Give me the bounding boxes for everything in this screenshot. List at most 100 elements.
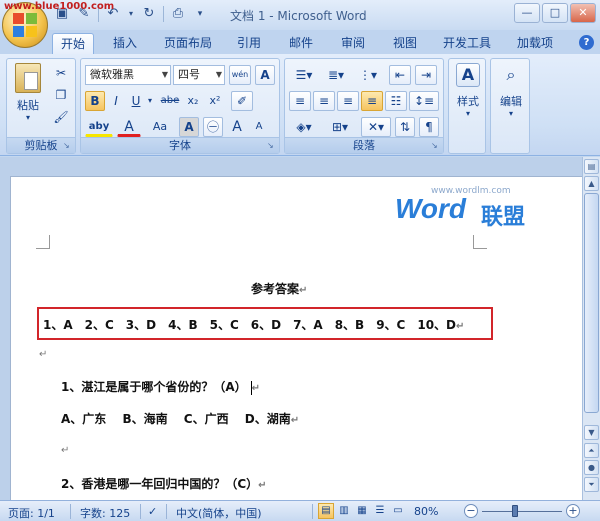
subscript-button[interactable]: x₂ xyxy=(183,91,203,111)
outline-view-icon[interactable]: ☰ xyxy=(372,503,388,519)
font-name-combo[interactable]: 微软雅黑 ▼ xyxy=(85,65,171,85)
zoom-slider-thumb[interactable] xyxy=(512,505,518,517)
phonetic-guide-icon[interactable]: wén xyxy=(229,65,251,85)
question-1-options[interactable]: A、广东 B、海南 C、广西 D、湖南↵ xyxy=(61,410,299,427)
decrease-indent-icon[interactable]: ⇤ xyxy=(389,65,411,85)
answer-key-line[interactable]: 1、A 2、C 3、D 4、B 5、C 6、D 7、A 8、B 9、C 10、D… xyxy=(43,316,464,333)
bold-button[interactable]: B xyxy=(85,91,105,111)
watermark-text: www.blue1000.com xyxy=(4,1,115,12)
increase-indent-icon[interactable]: ⇥ xyxy=(415,65,437,85)
align-left-icon[interactable]: ≡ xyxy=(289,91,311,111)
multilevel-list-icon[interactable]: ⋮▾ xyxy=(353,65,383,85)
page-indicator[interactable]: 页面: 1/1 xyxy=(8,505,55,521)
editing-button[interactable]: ⌕ 编辑 ▾ xyxy=(494,63,528,118)
web-layout-icon[interactable]: ▦ xyxy=(354,503,370,519)
chevron-down-icon: ▼ xyxy=(215,70,222,79)
cut-icon[interactable]: ✂ xyxy=(51,63,71,83)
zoom-level[interactable]: 80% xyxy=(414,505,438,518)
help-icon[interactable]: ? xyxy=(579,35,594,50)
italic-button[interactable]: I xyxy=(107,91,125,111)
font-color-button[interactable]: A xyxy=(117,117,141,137)
print-preview-icon[interactable]: ⎙ xyxy=(170,6,186,22)
tab-home[interactable]: 开始 xyxy=(52,33,94,54)
prev-page-icon[interactable]: ⏶ xyxy=(584,443,599,458)
font-size-combo[interactable]: 四号 ▼ xyxy=(173,65,225,85)
maximize-button[interactable]: □ xyxy=(542,3,568,23)
tab-developer[interactable]: 开发工具 xyxy=(436,33,498,54)
align-center-icon[interactable]: ≡ xyxy=(313,91,335,111)
word-count[interactable]: 字数: 125 xyxy=(80,505,130,521)
styles-button[interactable]: A 样式 ▾ xyxy=(451,63,485,118)
zoom-in-icon[interactable]: + xyxy=(566,504,580,518)
chevron-down-icon: ▼ xyxy=(161,70,168,79)
tab-view[interactable]: 视图 xyxy=(384,33,426,54)
zoom-out-icon[interactable]: − xyxy=(464,504,478,518)
print-layout-view-icon[interactable]: ▤ xyxy=(318,503,334,519)
status-bar: 页面: 1/1 字数: 125 ✓ 中文(简体，中国) ▤ ▥ ▦ ☰ ▭ 80… xyxy=(0,500,600,521)
show-marks-icon[interactable]: ¶ xyxy=(419,117,439,137)
close-button[interactable]: ✕ xyxy=(570,3,596,23)
paste-button[interactable]: 粘贴 ▾ xyxy=(11,63,45,122)
paragraph-launcher-icon[interactable]: ↘ xyxy=(431,141,440,150)
format-painter-ribbon-icon[interactable]: 🖌 xyxy=(51,107,71,127)
paragraph-mark: ↵ xyxy=(39,349,48,360)
paragraph-group-label: 段落 xyxy=(285,137,443,153)
strikethrough-button[interactable]: abe xyxy=(159,91,181,111)
font-launcher-icon[interactable]: ↘ xyxy=(267,141,276,150)
tab-insert[interactable]: 插入 xyxy=(104,33,146,54)
question-1[interactable]: 1、湛江是属于哪个省份的？（A） ↵ xyxy=(61,378,260,395)
scroll-down-icon[interactable]: ▼ xyxy=(584,425,599,440)
tab-addins[interactable]: 加载项 xyxy=(510,33,560,54)
proofing-icon[interactable]: ✓ xyxy=(148,505,157,518)
chinese-layout-icon[interactable]: ✕▾ xyxy=(361,117,391,137)
vertical-scrollbar[interactable]: ▤ ▲ ▼ ⏶ ● ⏷ xyxy=(582,157,600,500)
char-shading-button[interactable]: A xyxy=(179,117,199,137)
tab-references[interactable]: 引用 xyxy=(228,33,270,54)
tab-review[interactable]: 审阅 xyxy=(332,33,374,54)
customize-dropdown-icon[interactable]: ▾ xyxy=(192,6,208,22)
doc-heading[interactable]: 参考答案↵ xyxy=(251,280,307,297)
draft-view-icon[interactable]: ▭ xyxy=(390,503,406,519)
change-case-button[interactable]: Aa xyxy=(145,117,175,137)
copy-icon[interactable]: ❐ xyxy=(51,85,71,105)
underline-button[interactable]: U xyxy=(127,91,145,111)
minimize-button[interactable]: — xyxy=(514,3,540,23)
align-right-icon[interactable]: ≡ xyxy=(337,91,359,111)
zoom-slider-track[interactable] xyxy=(482,511,562,512)
clipboard-launcher-icon[interactable]: ↘ xyxy=(63,141,72,150)
ruler-toggle-icon[interactable]: ▤ xyxy=(584,159,599,174)
tab-mailings[interactable]: 邮件 xyxy=(280,33,322,54)
enclose-char-icon[interactable]: ㊀ xyxy=(203,117,223,137)
text-highlight-button[interactable]: aby xyxy=(85,117,113,137)
shrink-font-button[interactable]: A xyxy=(249,117,269,137)
language-indicator[interactable]: 中文(简体，中国) xyxy=(176,505,262,521)
question-2[interactable]: 2、香港是哪一年回归中国的？（C）↵ xyxy=(61,475,267,492)
borders-icon[interactable]: ⊞▾ xyxy=(325,117,355,137)
redo-icon[interactable]: ↻ xyxy=(141,6,157,22)
document-page[interactable]: www.wordlm.com Word 联盟 参考答案↵ 1、A 2、C 3、D… xyxy=(10,176,582,500)
bullets-icon[interactable]: ☰▾ xyxy=(289,65,319,85)
numbering-icon[interactable]: ≣▾ xyxy=(321,65,351,85)
justify-icon[interactable]: ≡ xyxy=(361,91,383,111)
scroll-up-icon[interactable]: ▲ xyxy=(584,176,599,191)
ribbon-tabs: 开始 插入 页面布局 引用 邮件 审阅 视图 开发工具 加载项 ? xyxy=(0,30,600,54)
full-screen-reading-icon[interactable]: ▥ xyxy=(336,503,352,519)
clear-formatting-icon[interactable]: ✐ xyxy=(231,91,253,111)
clipboard-group: 粘贴 ▾ ✂ ❐ 🖌 剪贴板 ↘ xyxy=(6,58,76,154)
next-page-icon[interactable]: ⏷ xyxy=(584,477,599,492)
shading-icon[interactable]: ◈▾ xyxy=(289,117,319,137)
tab-page-layout[interactable]: 页面布局 xyxy=(158,33,218,54)
char-border-icon[interactable]: A xyxy=(255,65,275,85)
distribute-icon[interactable]: ☷ xyxy=(385,91,407,111)
sort-icon[interactable]: ⇅ xyxy=(395,117,415,137)
underline-dropdown-icon[interactable]: ▾ xyxy=(145,91,155,111)
superscript-button[interactable]: x² xyxy=(205,91,225,111)
select-browse-object-icon[interactable]: ● xyxy=(584,460,599,475)
styles-icon: A xyxy=(456,63,480,87)
undo-dropdown-icon[interactable]: ▾ xyxy=(127,6,135,22)
margin-corner-top-left xyxy=(36,235,50,249)
scroll-thumb[interactable] xyxy=(584,193,599,413)
editing-group: ⌕ 编辑 ▾ xyxy=(490,58,530,154)
line-spacing-icon[interactable]: ↕≡ xyxy=(409,91,439,111)
grow-font-button[interactable]: A xyxy=(227,117,247,137)
